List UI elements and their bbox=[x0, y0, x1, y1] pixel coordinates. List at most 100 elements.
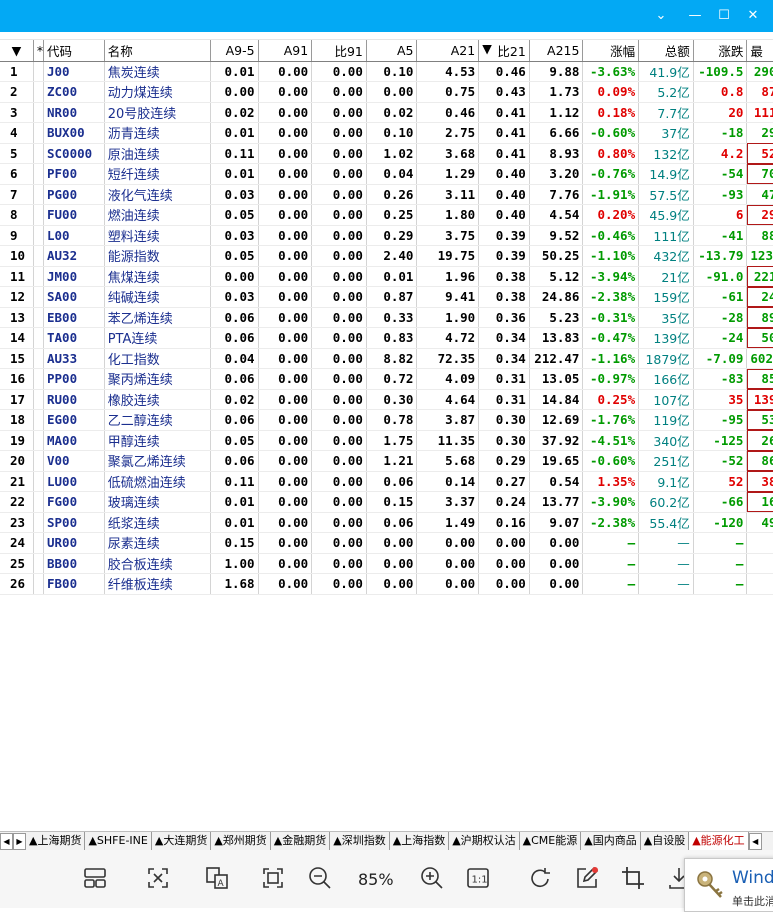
tab-market[interactable]: ▲深圳指数 bbox=[330, 832, 390, 850]
a215-value: 9.07 bbox=[529, 512, 584, 533]
a5-value: 0.15 bbox=[366, 491, 418, 513]
latest-price-value: - bbox=[746, 532, 773, 554]
a21-value: 0.46 bbox=[416, 102, 480, 123]
table-row[interactable]: 3 NR00 20号胶连续 0.02 0.00 0.00 0.02 0.46 0.41 1.12 0… bbox=[0, 102, 773, 123]
sort-header[interactable]: ▼ bbox=[0, 40, 34, 62]
quote-table-panel[interactable]: ▼ * 代码 名称 A9-5 A91 比91 A5 A21 ▼ 比21 A215 … bbox=[0, 40, 773, 621]
code-header[interactable]: 代码 bbox=[43, 40, 105, 62]
tab-market[interactable]: ▲自设股 bbox=[641, 832, 690, 850]
fit-icon[interactable] bbox=[145, 865, 171, 891]
table-row[interactable]: 13 EB00 苯乙烯连续 0.06 0.00 0.00 0.33 1.90 0.36 5.23-… bbox=[0, 307, 773, 328]
table-row[interactable]: 16 PP00 聚丙烯连续 0.06 0.00 0.00 0.72 4.09 0.31 13.05… bbox=[0, 368, 773, 390]
tab-market[interactable]: ▲郑州期货 bbox=[211, 832, 271, 850]
crop-icon[interactable] bbox=[620, 865, 646, 891]
tab-market[interactable]: ▲SHFE-INE bbox=[85, 832, 152, 850]
table-row[interactable]: 12 SA00 纯碱连续 0.03 0.00 0.00 0.87 9.41 0.38 24.86-… bbox=[0, 286, 773, 308]
table-row[interactable]: 25 BB00 胶合板连续 1.00 0.00 0.00 0.00 0.00 0.00 0.00—… bbox=[0, 553, 773, 574]
a21-header[interactable]: A21 bbox=[416, 40, 480, 62]
table-row[interactable]: 19 MA00 甲醇连续 0.05 0.00 0.00 1.75 11.35 0.30 37.92… bbox=[0, 430, 773, 451]
table-row[interactable]: 1 J00 焦炭连续 0.01 0.00 0.00 0.10 4.53 0.46 9.88 -3.6… bbox=[0, 61, 773, 82]
chevron-down-icon[interactable]: ⌄ bbox=[649, 6, 673, 26]
change-pct-value: -1.76% bbox=[582, 409, 640, 431]
a95-value: 0.11 bbox=[210, 143, 259, 164]
a5-header[interactable]: A5 bbox=[366, 40, 418, 62]
close-button[interactable]: ✕ bbox=[741, 6, 765, 26]
b91-value: 0.00 bbox=[311, 61, 367, 82]
actual-size-icon[interactable]: 1:1 bbox=[465, 865, 491, 891]
symbol-name: 玻璃连续 bbox=[104, 491, 212, 513]
table-row[interactable]: 17 RU00 橡胶连续 0.02 0.00 0.00 0.30 4.64 0.31 14.84 0… bbox=[0, 389, 773, 410]
b21-value: 0.00 bbox=[478, 573, 530, 595]
a95-header[interactable]: A9-5 bbox=[210, 40, 259, 62]
table-row[interactable]: 9 L00 塑料连续 0.03 0.00 0.00 0.29 3.75 0.39 9.52 -0.4… bbox=[0, 225, 773, 246]
b91-header[interactable]: 比91 bbox=[311, 40, 367, 62]
fullscreen-icon[interactable] bbox=[260, 865, 286, 891]
quote-table: ▼ * 代码 名称 A9-5 A91 比91 A5 A21 ▼ 比21 A215 … bbox=[0, 40, 773, 595]
tab-market[interactable]: ▲国内商品 bbox=[581, 832, 641, 850]
row-index: 24 bbox=[0, 532, 34, 554]
a91-header[interactable]: A91 bbox=[258, 40, 313, 62]
tab-market[interactable]: ▲CME能源 bbox=[520, 832, 582, 850]
maximize-button[interactable]: ☐ bbox=[712, 6, 736, 26]
b21-header[interactable]: ▼ 比21 bbox=[478, 40, 530, 62]
rotate-icon[interactable] bbox=[528, 865, 554, 891]
table-row[interactable]: 26 FB00 纤维板连续 1.68 0.00 0.00 0.00 0.00 0.00 0.00—… bbox=[0, 573, 773, 595]
b21-value: 0.41 bbox=[478, 143, 530, 164]
table-row[interactable]: 20 V00 聚氯乙烯连续 0.06 0.00 0.00 1.21 5.68 0.29 19.65… bbox=[0, 450, 773, 472]
table-row[interactable]: 14 TA00 PTA连续 0.06 0.00 0.00 0.83 4.72 0.34 13.83… bbox=[0, 327, 773, 349]
name-header[interactable]: 名称 bbox=[104, 40, 212, 62]
tab-scroll-prev-icon[interactable]: ◀ bbox=[0, 833, 13, 850]
table-row[interactable]: 7 PG00 液化气连续 0.03 0.00 0.00 0.26 3.11 0.40 7.76 -1… bbox=[0, 184, 773, 205]
table-row[interactable]: 22 FG00 玻璃连续 0.01 0.00 0.00 0.15 3.37 0.24 13.77-… bbox=[0, 491, 773, 513]
b91-value: 0.00 bbox=[311, 450, 367, 472]
table-row[interactable]: 11 JM00 焦煤连续 0.00 0.00 0.00 0.01 1.96 0.38 5.12 -3… bbox=[0, 266, 773, 287]
turnover-header[interactable]: 总额 bbox=[638, 40, 694, 62]
a215-value: 13.83 bbox=[529, 327, 584, 349]
latest-price-value: 892 bbox=[746, 307, 773, 328]
star-header[interactable]: * bbox=[33, 40, 45, 62]
table-row[interactable]: 24 UR00 尿素连续 0.15 0.00 0.00 0.00 0.00 0.00 0.00— —… bbox=[0, 532, 773, 554]
b21-value: 0.40 bbox=[478, 204, 530, 226]
row-index: 21 bbox=[0, 471, 34, 492]
symbol-name: 纸浆连续 bbox=[104, 512, 212, 533]
minimize-button[interactable]: — bbox=[683, 6, 707, 26]
symbol-code: ZC00 bbox=[43, 81, 105, 103]
table-row[interactable]: 5 SC0000 原油连续 0.11 0.00 0.00 1.02 3.68 0.41 8.93 0… bbox=[0, 143, 773, 164]
tab-scroll-end-icon[interactable]: ◀ bbox=[748, 833, 762, 850]
table-row[interactable]: 15 AU33 化工指数 0.04 0.00 0.00 8.82 72.35 0.34 212.4… bbox=[0, 348, 773, 369]
edit-icon[interactable] bbox=[574, 865, 600, 891]
table-row[interactable]: 8 FU00 燃油连续 0.05 0.00 0.00 0.25 1.80 0.40 4.54 0.2… bbox=[0, 204, 773, 226]
a95-value: 0.02 bbox=[210, 102, 259, 123]
tab-scroll-next-icon[interactable]: ▶ bbox=[13, 833, 26, 850]
table-row[interactable]: 10 AU32 能源指数 0.05 0.00 0.00 2.40 19.75 0.39 50.25… bbox=[0, 245, 773, 267]
table-row[interactable]: 23 SP00 纸浆连续 0.01 0.00 0.00 0.06 1.49 0.16 9.07 -2… bbox=[0, 512, 773, 533]
latest-header[interactable]: 最 bbox=[746, 40, 773, 62]
table-row[interactable]: 18 EG00 乙二醇连续 0.06 0.00 0.00 0.78 3.87 0.30 12.69… bbox=[0, 409, 773, 431]
table-row[interactable]: 2 ZC00 动力煤连续 0.00 0.00 0.00 0.00 0.75 0.43 1.73 0.… bbox=[0, 81, 773, 103]
tab-market[interactable]: ▲大连期货 bbox=[152, 832, 212, 850]
table-row[interactable]: 21 LU00 低硫燃油连续 0.11 0.00 0.00 0.06 0.14 0.27 0.54… bbox=[0, 471, 773, 492]
table-row[interactable]: 4 BUX00 沥青连续 0.01 0.00 0.00 0.10 2.75 0.41 6.66 -0… bbox=[0, 122, 773, 144]
tab-market[interactable]: ▲上海指数 bbox=[390, 832, 450, 850]
tab-market[interactable]: ▲上海期货 bbox=[26, 832, 86, 850]
a215-value: 1.73 bbox=[529, 81, 584, 103]
zoom-in-icon[interactable] bbox=[419, 865, 445, 891]
b91-value: 0.00 bbox=[311, 286, 367, 308]
change-header[interactable]: 涨跌 bbox=[693, 40, 748, 62]
b91-value: 0.00 bbox=[311, 553, 367, 574]
symbol-name: 纤维板连续 bbox=[104, 573, 212, 595]
translate-icon[interactable]: A bbox=[204, 865, 230, 891]
a215-header[interactable]: A215 bbox=[529, 40, 584, 62]
layout-icon[interactable] bbox=[82, 865, 108, 891]
row-index: 3 bbox=[0, 102, 34, 123]
table-row[interactable]: 6 PF00 短纤连续 0.01 0.00 0.00 0.04 1.29 0.40 3.20 -0.… bbox=[0, 163, 773, 185]
tab-market[interactable]: ▲能源化工 bbox=[689, 832, 749, 850]
a91-value: 0.00 bbox=[258, 307, 313, 328]
change-pct-header[interactable]: 涨幅 bbox=[582, 40, 640, 62]
tab-market[interactable]: ▲沪期权认沽 bbox=[449, 832, 520, 850]
latest-price-value: 389 bbox=[746, 471, 773, 492]
zoom-out-icon[interactable] bbox=[307, 865, 333, 891]
tab-market[interactable]: ▲金融期货 bbox=[271, 832, 331, 850]
change-value: — bbox=[693, 553, 748, 574]
windows-notification[interactable]: Windo 单击此消 bbox=[684, 858, 773, 912]
